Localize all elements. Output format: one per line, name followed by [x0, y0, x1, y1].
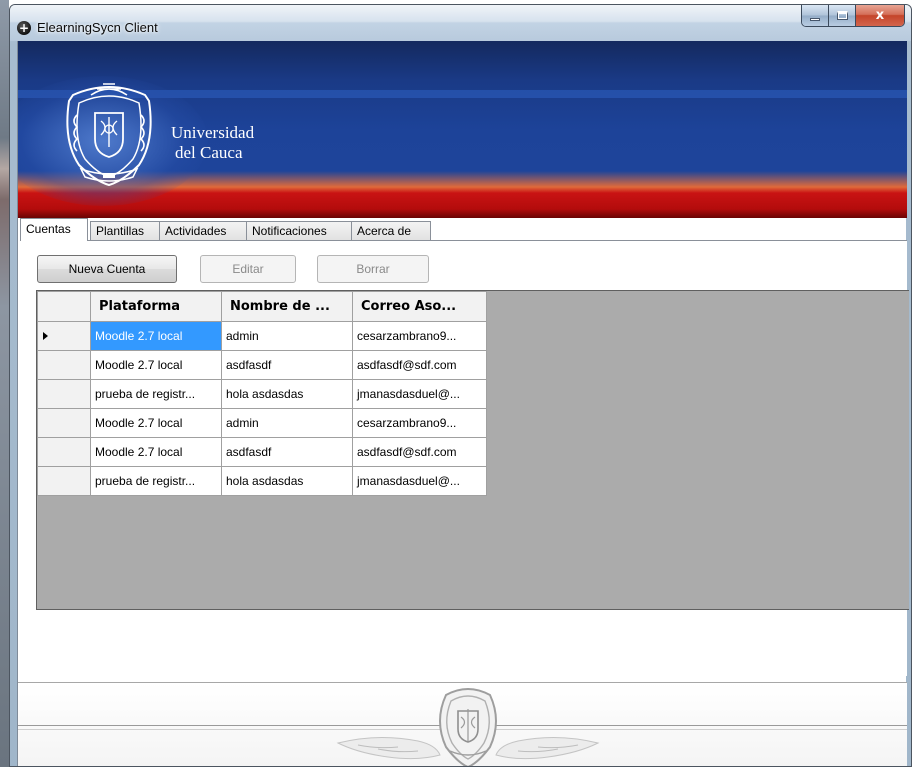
minimize-icon — [810, 17, 820, 21]
column-header-nombre[interactable]: Nombre de ... — [221, 291, 353, 322]
accounts-table: Plataforma Nombre de ... Correo Aso... M… — [37, 291, 487, 496]
desktop-background — [0, 0, 9, 767]
cell-name[interactable]: admin — [221, 321, 353, 351]
title-bar[interactable]: + ElearningSycn Client x — [10, 5, 911, 41]
university-name: Universidad del Cauca — [171, 123, 254, 162]
cell-name[interactable]: asdfasdf — [221, 437, 353, 467]
cell-name[interactable]: asdfasdf — [221, 350, 353, 380]
row-header[interactable] — [37, 437, 91, 467]
university-name-line2: del Cauca — [175, 142, 243, 162]
cell-email[interactable]: cesarzambrano9... — [352, 321, 487, 351]
cell-name[interactable]: hola asdasdas — [221, 466, 353, 496]
row-header[interactable] — [37, 466, 91, 496]
accounts-grid[interactable]: Plataforma Nombre de ... Correo Aso... M… — [36, 290, 909, 610]
cuentas-tab-page: Nueva Cuenta Editar Borrar Plataforma No… — [20, 240, 909, 676]
column-header-correo[interactable]: Correo Aso... — [352, 291, 487, 322]
tab-notificaciones[interactable]: Notificaciones — [246, 221, 352, 241]
footer-seal-icon — [336, 688, 600, 766]
table-row[interactable]: prueba de registr... hola asdasdas jmana… — [37, 379, 487, 409]
cell-platform[interactable]: Moodle 2.7 local — [90, 350, 222, 380]
table-row[interactable]: Moodle 2.7 local admin cesarzambrano9... — [37, 408, 487, 438]
cell-email[interactable]: asdfasdf@sdf.com — [352, 350, 487, 380]
cell-platform[interactable]: Moodle 2.7 local — [90, 321, 222, 351]
maximize-icon — [836, 11, 848, 20]
cell-email[interactable]: jmanasdasduel@... — [352, 379, 487, 409]
table-row[interactable]: Moodle 2.7 local asdfasdf asdfasdf@sdf.c… — [37, 437, 487, 467]
close-button[interactable]: x — [856, 5, 904, 26]
table-row[interactable]: Moodle 2.7 local asdfasdf asdfasdf@sdf.c… — [37, 350, 487, 380]
row-header[interactable] — [37, 350, 91, 380]
cell-email[interactable]: cesarzambrano9... — [352, 408, 487, 438]
tab-strip: Cuentas Plantillas Actividades Notificac… — [20, 218, 907, 241]
app-window: + ElearningSycn Client x Universidad del… — [9, 4, 912, 767]
client-area: Universidad del Cauca Cuentas Plantillas… — [17, 41, 909, 766]
tab-cuentas[interactable]: Cuentas — [20, 218, 88, 241]
cell-platform[interactable]: Moodle 2.7 local — [90, 437, 222, 467]
table-row[interactable]: Moodle 2.7 local admin cesarzambrano9... — [37, 321, 487, 351]
current-row-arrow-icon — [43, 332, 48, 340]
app-plus-icon[interactable]: + — [17, 21, 31, 35]
tab-plantillas[interactable]: Plantillas — [90, 221, 160, 241]
tab-acerca-de[interactable]: Acerca de — [351, 221, 431, 241]
row-header[interactable] — [37, 379, 91, 409]
delete-button[interactable]: Borrar — [317, 255, 429, 283]
cell-platform[interactable]: prueba de registr... — [90, 379, 222, 409]
caption-buttons: x — [801, 5, 905, 27]
corner-header[interactable] — [37, 291, 91, 322]
cell-platform[interactable]: Moodle 2.7 local — [90, 408, 222, 438]
header-banner: Universidad del Cauca — [18, 41, 907, 218]
university-name-line1: Universidad — [171, 123, 255, 142]
table-header-row: Plataforma Nombre de ... Correo Aso... — [37, 291, 487, 322]
minimize-button[interactable] — [802, 5, 829, 26]
cell-name[interactable]: admin — [221, 408, 353, 438]
row-header[interactable] — [37, 321, 91, 351]
footer-banner — [18, 683, 907, 766]
column-header-plataforma[interactable]: Plataforma — [90, 291, 222, 322]
cell-email[interactable]: asdfasdf@sdf.com — [352, 437, 487, 467]
table-row[interactable]: prueba de registr... hola asdasdas jmana… — [37, 466, 487, 496]
window-title: ElearningSycn Client — [37, 20, 158, 35]
edit-button[interactable]: Editar — [200, 255, 296, 283]
new-account-button[interactable]: Nueva Cuenta — [37, 255, 177, 283]
cell-email[interactable]: jmanasdasduel@... — [352, 466, 487, 496]
tab-actividades[interactable]: Actividades — [159, 221, 247, 241]
row-header[interactable] — [37, 408, 91, 438]
cell-name[interactable]: hola asdasdas — [221, 379, 353, 409]
cell-platform[interactable]: prueba de registr... — [90, 466, 222, 496]
university-seal-icon — [66, 83, 152, 187]
maximize-button[interactable] — [829, 5, 856, 26]
